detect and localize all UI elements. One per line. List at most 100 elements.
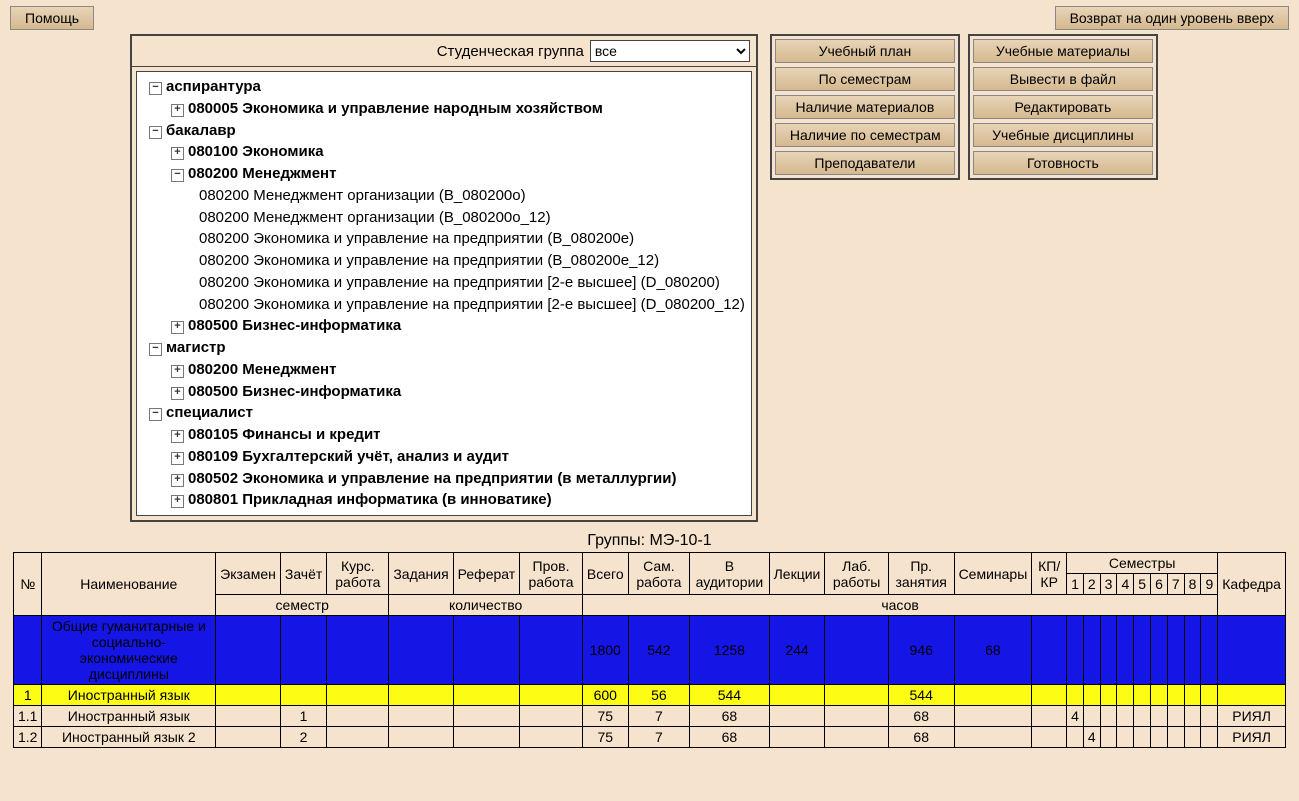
cell: 244 — [769, 616, 825, 685]
expand-icon[interactable]: + — [171, 147, 184, 160]
cell: 68 — [690, 706, 769, 727]
table-row: 1.2 Иностранный язык 2 2 75 7 68 68 4 РИ… — [13, 727, 1285, 748]
action-buttons-right: Учебные материалы Вывести в файл Редакти… — [968, 34, 1158, 180]
th-s6: 6 — [1151, 574, 1168, 595]
expand-icon[interactable]: + — [171, 387, 184, 400]
btn-po-semestram[interactable]: По семестрам — [775, 67, 955, 91]
btn-uchebnyy-plan[interactable]: Учебный план — [775, 39, 955, 63]
expand-icon[interactable]: + — [171, 430, 184, 443]
th-chasov-group: часов — [582, 595, 1217, 616]
help-button[interactable]: Помощь — [10, 6, 94, 30]
tree-leaf[interactable]: 080200 Экономика и управление на предпри… — [143, 250, 745, 272]
th-lab: Лаб. работы — [825, 553, 888, 595]
cell: 56 — [628, 685, 690, 706]
tree-node[interactable]: 080200 Менеджмент — [188, 361, 336, 378]
tree-node[interactable]: 080200 Менеджмент — [188, 165, 336, 182]
cell: 1800 — [582, 616, 628, 685]
section-row: Общие гуманитарные и социально-экономиче… — [13, 616, 1285, 685]
tree-node-aspirantura[interactable]: аспирантура — [166, 78, 261, 95]
th-s5: 5 — [1134, 574, 1151, 595]
cell: 7 — [628, 727, 690, 748]
btn-nalichie-po-semestram[interactable]: Наличие по семестрам — [775, 123, 955, 147]
cell: 7 — [628, 706, 690, 727]
th-s7: 7 — [1167, 574, 1184, 595]
cell: 75 — [582, 706, 628, 727]
th-s9: 9 — [1201, 574, 1218, 595]
cell-name: Общие гуманитарные и социально-экономиче… — [42, 616, 216, 685]
cell: 1 — [13, 685, 41, 706]
th-num: № — [13, 553, 41, 616]
curriculum-table: № Наименование Экзамен Зачёт Курс. работ… — [13, 552, 1286, 748]
tree-node-bakalavr[interactable]: бакалавр — [166, 122, 236, 139]
collapse-icon[interactable]: − — [171, 169, 184, 182]
expand-icon[interactable]: + — [171, 321, 184, 334]
th-s4: 4 — [1117, 574, 1134, 595]
cell: 4 — [1067, 706, 1084, 727]
th-kaf: Кафедра — [1218, 553, 1286, 616]
expand-icon[interactable]: + — [171, 104, 184, 117]
collapse-icon[interactable]: − — [149, 82, 162, 95]
cell: 68 — [690, 727, 769, 748]
btn-uchebnye-materialy[interactable]: Учебные материалы — [973, 39, 1153, 63]
cell: 4 — [1083, 727, 1100, 748]
th-vsego: Всего — [582, 553, 628, 595]
tree-node[interactable]: 080005 Экономика и управление народным х… — [188, 100, 603, 117]
cell: 68 — [954, 616, 1032, 685]
th-pr: Пр. занятия — [888, 553, 954, 595]
action-buttons-left: Учебный план По семестрам Наличие матери… — [770, 34, 960, 180]
tree-node[interactable]: 080100 Экономика — [188, 143, 324, 160]
tree-node[interactable]: 080105 Финансы и кредит — [188, 426, 381, 443]
tree-leaf[interactable]: 080200 Менеджмент организации (B_080200о… — [143, 207, 745, 229]
cell: 1258 — [690, 616, 769, 685]
th-semesters: Семестры — [1067, 553, 1218, 574]
tree-node-magistr[interactable]: магистр — [166, 339, 226, 356]
th-sam: Сам. работа — [628, 553, 690, 595]
cell: 68 — [888, 727, 954, 748]
expand-icon[interactable]: + — [171, 365, 184, 378]
tree-leaf[interactable]: 080200 Экономика и управление на предпри… — [143, 228, 745, 250]
th-kpkr: КП/КР — [1032, 553, 1067, 595]
tree-node[interactable]: 080502 Экономика и управление на предпри… — [188, 470, 676, 487]
student-group-select[interactable]: все — [590, 40, 750, 62]
th-s2: 2 — [1083, 574, 1100, 595]
btn-uchebnye-distsipliny[interactable]: Учебные дисциплины — [973, 123, 1153, 147]
cell: РИЯЛ — [1218, 706, 1286, 727]
cell: 1 — [280, 706, 326, 727]
tree-node-specialist[interactable]: специалист — [166, 404, 253, 421]
th-vaud: В аудитории — [690, 553, 769, 595]
program-tree[interactable]: −аспирантура +080005 Экономика и управле… — [136, 71, 752, 516]
cell: 1.1 — [13, 706, 41, 727]
btn-nalichie-materialov[interactable]: Наличие материалов — [775, 95, 955, 119]
btn-gotovnost[interactable]: Готовность — [973, 151, 1153, 175]
btn-redaktirovat[interactable]: Редактировать — [973, 95, 1153, 119]
tree-node[interactable]: 080801 Прикладная информатика (в инноват… — [188, 491, 552, 508]
cell: 542 — [628, 616, 690, 685]
th-name: Наименование — [42, 553, 216, 616]
collapse-icon[interactable]: − — [149, 343, 162, 356]
table-row: 1.1 Иностранный язык 1 75 7 68 68 4 РИЯЛ — [13, 706, 1285, 727]
cell: РИЯЛ — [1218, 727, 1286, 748]
collapse-icon[interactable]: − — [149, 408, 162, 421]
tree-node[interactable]: 080109 Бухгалтерский учёт, анализ и ауди… — [188, 448, 509, 465]
expand-icon[interactable]: + — [171, 452, 184, 465]
btn-prepodavateli[interactable]: Преподаватели — [775, 151, 955, 175]
tree-node[interactable]: 080500 Бизнес-информатика — [188, 383, 401, 400]
back-button[interactable]: Возврат на один уровень вверх — [1055, 6, 1289, 30]
tree-leaf[interactable]: 080200 Менеджмент организации (B_080200о… — [143, 185, 745, 207]
tree-leaf[interactable]: 080200 Экономика и управление на предпри… — [143, 294, 745, 316]
student-group-panel: Студенческая группа все −аспирантура +08… — [130, 34, 758, 522]
tree-node[interactable]: 080500 Бизнес-информатика — [188, 317, 401, 334]
collapse-icon[interactable]: − — [149, 126, 162, 139]
th-exam: Экзамен — [216, 553, 281, 595]
cell-name: Иностранный язык 2 — [42, 727, 216, 748]
th-ref: Реферат — [453, 553, 520, 595]
cell-name: Иностранный язык — [42, 706, 216, 727]
expand-icon[interactable]: + — [171, 495, 184, 508]
th-s1: 1 — [1067, 574, 1084, 595]
th-prov: Пров. работа — [520, 553, 583, 595]
expand-icon[interactable]: + — [171, 474, 184, 487]
cell: 544 — [888, 685, 954, 706]
tree-leaf[interactable]: 080200 Экономика и управление на предпри… — [143, 272, 745, 294]
cell: 68 — [888, 706, 954, 727]
btn-vyvesti-v-fayl[interactable]: Вывести в файл — [973, 67, 1153, 91]
